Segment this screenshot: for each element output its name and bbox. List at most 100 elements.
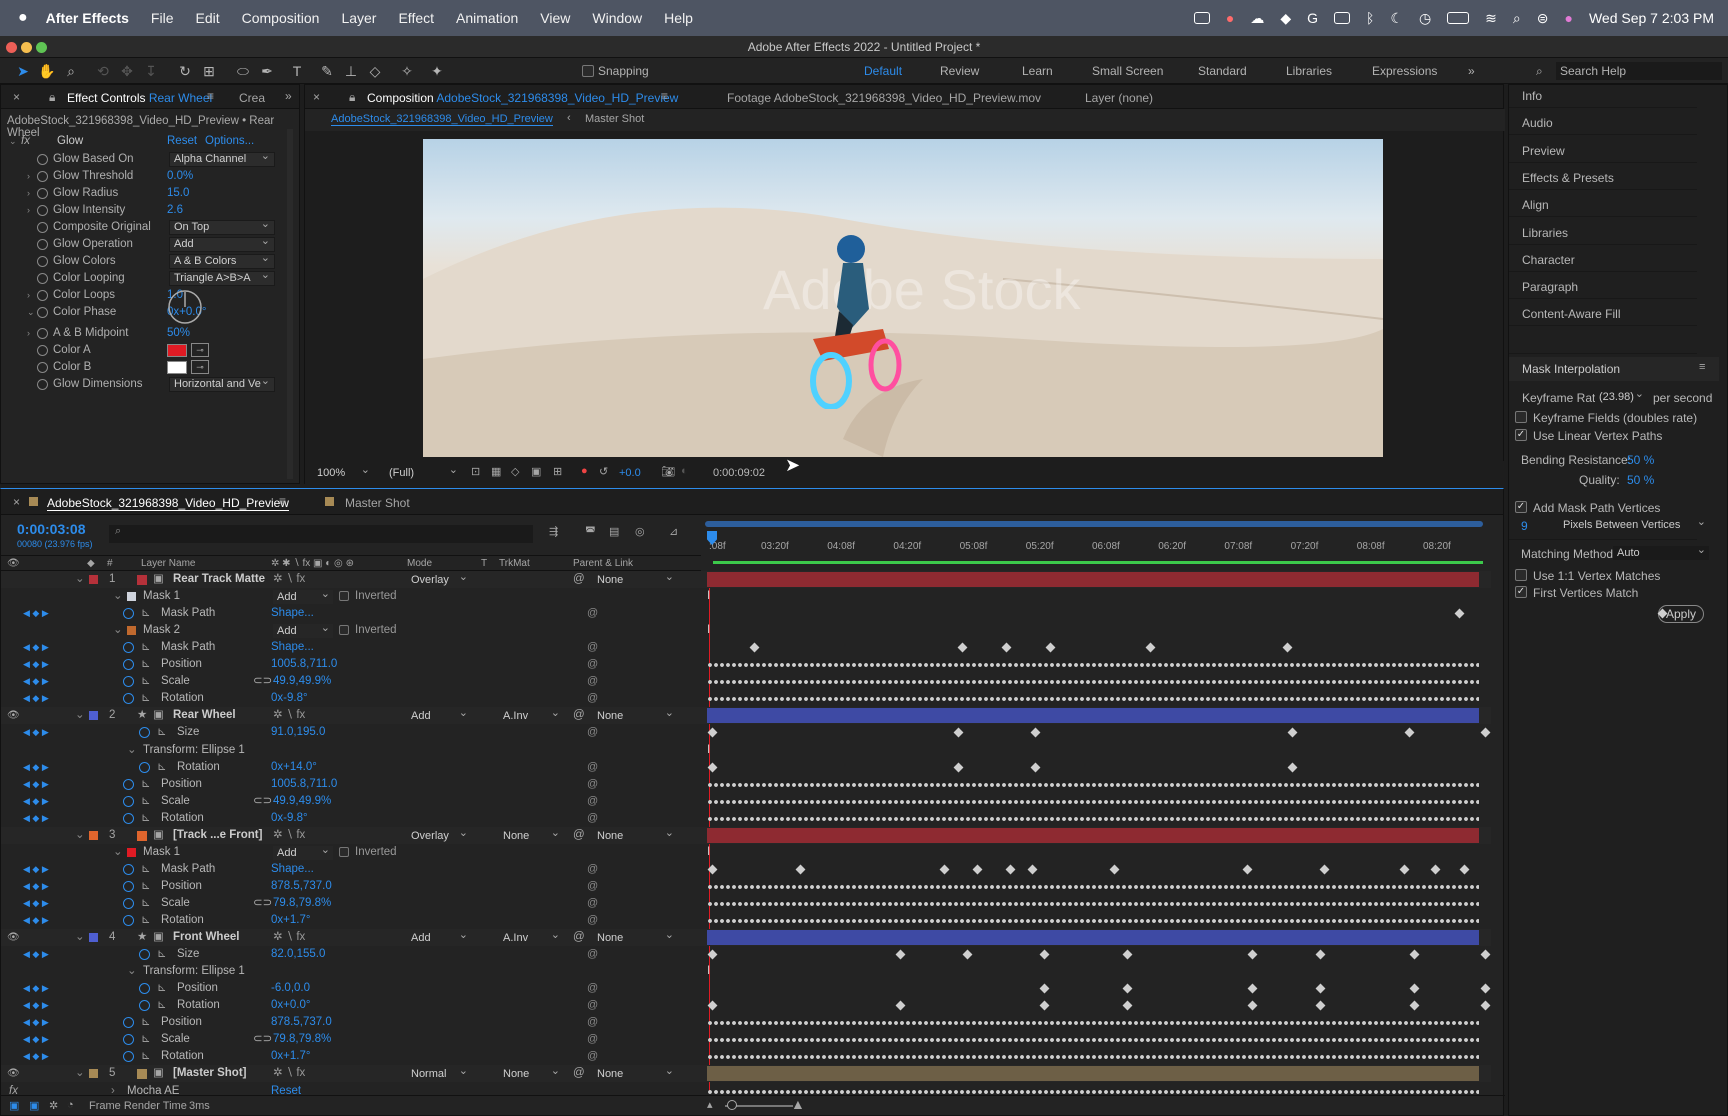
parent-dropdown[interactable]: None — [593, 1064, 677, 1082]
work-area-bar[interactable] — [705, 521, 1483, 527]
stopwatch-icon[interactable] — [37, 188, 48, 199]
keyframe[interactable] — [972, 864, 983, 875]
pickwhip-icon[interactable]: @ — [587, 724, 598, 741]
apple-icon[interactable]: ● — [18, 9, 28, 27]
layer-row[interactable]: ⌄ 3 ▣ [Track ...e Front] ✲ ∖ fx Overlay None @ N… — [1, 826, 1491, 844]
property-row[interactable]: ◀ ◆ ▶ ⊾ Position 1005.8,711.0 @ — [1, 656, 1491, 673]
stopwatch-icon[interactable] — [37, 256, 48, 267]
graph-icon[interactable]: ⊾ — [157, 946, 167, 963]
camera-icon[interactable] — [1193, 12, 1210, 24]
zoom-slider-handle[interactable] — [727, 1100, 737, 1110]
twirl-icon[interactable]: ⌄ — [113, 844, 123, 861]
keyframe-nav-icon[interactable]: ◀ ◆ ▶ — [23, 690, 49, 707]
inverted-checkbox[interactable] — [339, 625, 349, 636]
property-value[interactable]: 878.5,737.0 — [271, 878, 332, 895]
switches-icons[interactable]: ✲ ∖ fx — [273, 707, 305, 724]
property-value[interactable]: 49.9,49.9% — [273, 793, 331, 810]
display-icon[interactable] — [1333, 12, 1350, 24]
graph-icon[interactable]: ⊾ — [141, 912, 151, 929]
keyframe[interactable] — [953, 727, 964, 738]
keyframe[interactable] — [1030, 762, 1041, 772]
rotate-tool-icon[interactable]: ↻ — [176, 62, 194, 80]
panel-menu-icon[interactable]: ≡ — [279, 494, 286, 508]
bluetooth-icon[interactable]: ᛒ — [1366, 10, 1374, 26]
pickwhip-icon[interactable]: @ — [573, 707, 585, 724]
property-value[interactable]: 878.5,737.0 — [271, 1014, 332, 1031]
keyframe[interactable] — [1459, 864, 1470, 875]
graph-icon[interactable]: ⊾ — [141, 673, 151, 690]
pickwhip-icon[interactable]: @ — [573, 929, 585, 946]
panel-preview[interactable]: Preview — [1522, 144, 1565, 158]
keyframe[interactable] — [1247, 1000, 1258, 1011]
menu-help[interactable]: Help — [664, 10, 693, 26]
clock-icon[interactable]: ◷ — [1419, 10, 1431, 27]
inverted-checkbox[interactable] — [339, 846, 349, 857]
keyframe-nav-icon[interactable]: ◀ ◆ ▶ — [23, 878, 49, 895]
property-row[interactable]: ◀ ◆ ▶ ⊾ Scale ⊂⊃ 49.9,49.9% @ — [1, 673, 1491, 690]
panel-content-aware-fill[interactable]: Content-Aware Fill — [1522, 307, 1620, 321]
twirl-icon[interactable]: ⌄ — [27, 304, 35, 321]
property-value[interactable]: 49.9,49.9% — [273, 673, 331, 690]
render-time-icon[interactable]: ◔ — [67, 1099, 74, 1111]
parent-dropdown[interactable]: None — [593, 706, 677, 724]
trkmat-dropdown[interactable]: None — [499, 1064, 563, 1082]
channel-icon[interactable]: ● — [581, 465, 588, 477]
graph-icon[interactable]: ⊾ — [141, 690, 151, 707]
mask-mode-dropdown[interactable]: Add — [273, 587, 333, 605]
pickwhip-icon[interactable]: @ — [587, 997, 598, 1014]
keyframe[interactable] — [1399, 864, 1410, 875]
property-value[interactable]: Shape... — [271, 861, 314, 878]
workspace-small-screen[interactable]: Small Screen — [1092, 64, 1163, 78]
property-row[interactable]: ◀ ◆ ▶ ⊾ Rotation 0x-9.8° @ — [1, 810, 1491, 827]
graph-icon[interactable]: ⊾ — [157, 997, 167, 1014]
layer-panel-icon[interactable]: ▣ — [29, 1099, 39, 1112]
graph-icon[interactable]: ⊾ — [141, 895, 151, 912]
tab-composition[interactable]: Composition AdobeStock_321968398_Video_H… — [367, 91, 678, 105]
stopwatch-icon[interactable] — [37, 290, 48, 301]
keyframe[interactable] — [895, 949, 906, 960]
time-ruler[interactable]: :08f 03:20f 04:08f 04:20f 05:08f 05:20f 06:08f… — [705, 521, 1485, 571]
pickwhip-icon[interactable]: @ — [587, 1031, 598, 1048]
graph-icon[interactable]: ⊾ — [141, 1048, 151, 1065]
property-value[interactable]: 82.0,155.0 — [271, 946, 325, 963]
keyframe[interactable] — [707, 727, 718, 738]
twirl-icon[interactable]: ⌄ — [75, 827, 85, 844]
use11-checkbox[interactable] — [1515, 569, 1527, 581]
keyframe-nav-icon[interactable]: ◀ ◆ ▶ — [23, 776, 49, 793]
wifi-icon[interactable]: ≋ — [1485, 10, 1497, 27]
keyframe[interactable] — [962, 949, 973, 960]
keyframe[interactable] — [707, 864, 718, 875]
panel-effects-presets[interactable]: Effects & Presets — [1522, 171, 1614, 185]
trkmat-dropdown[interactable]: None — [499, 826, 563, 843]
trkmat-dropdown[interactable]: A.Inv — [499, 706, 563, 724]
keyframe-rate-dropdown[interactable]: (23.98) — [1595, 387, 1647, 404]
linear-vertex-checkbox[interactable]: ✓ — [1515, 429, 1527, 441]
keyframe[interactable] — [1480, 1000, 1491, 1011]
comp-settings-icon[interactable]: ▣ — [9, 1099, 19, 1112]
keyframe[interactable] — [1409, 983, 1420, 994]
clone-stamp-tool-icon[interactable]: ⊥ — [342, 62, 360, 80]
keyframe[interactable] — [1242, 864, 1253, 875]
keyframe[interactable] — [957, 642, 968, 653]
breadcrumb-master[interactable]: Master Shot — [585, 113, 644, 125]
pickwhip-icon[interactable]: @ — [573, 1065, 585, 1082]
matching-method-dropdown[interactable]: Auto — [1613, 543, 1709, 560]
menu-view[interactable]: View — [540, 10, 570, 26]
property-row[interactable]: ◀ ◆ ▶ ⊾ Scale ⊂⊃ 49.9,49.9% @ — [1, 793, 1491, 810]
stopwatch-icon[interactable] — [37, 171, 48, 182]
pickwhip-icon[interactable]: @ — [587, 776, 598, 793]
mode-dropdown[interactable]: Overlay — [407, 826, 471, 843]
panel-menu-icon[interactable]: ≡ — [207, 89, 214, 103]
keyframe[interactable] — [1027, 864, 1038, 875]
graph-icon[interactable]: ⊾ — [141, 878, 151, 895]
keyframe[interactable] — [1045, 642, 1056, 653]
constrain-link-icon[interactable]: ⊂⊃ — [253, 793, 272, 810]
twirl-icon[interactable]: › — [27, 202, 30, 219]
zoom-in-icon[interactable]: ▲ — [791, 1096, 805, 1112]
workspace-libraries[interactable]: Libraries — [1286, 64, 1332, 78]
layer-name[interactable]: [Master Shot] — [173, 1065, 246, 1082]
keyframe[interactable] — [939, 864, 950, 875]
property-value[interactable]: 0x-9.8° — [271, 810, 308, 827]
frame-blend-icon[interactable]: ▤ — [609, 525, 619, 538]
property-row[interactable]: ◀ ◆ ▶ ⊾ Rotation 0x+1.7° @ — [1, 1048, 1491, 1065]
